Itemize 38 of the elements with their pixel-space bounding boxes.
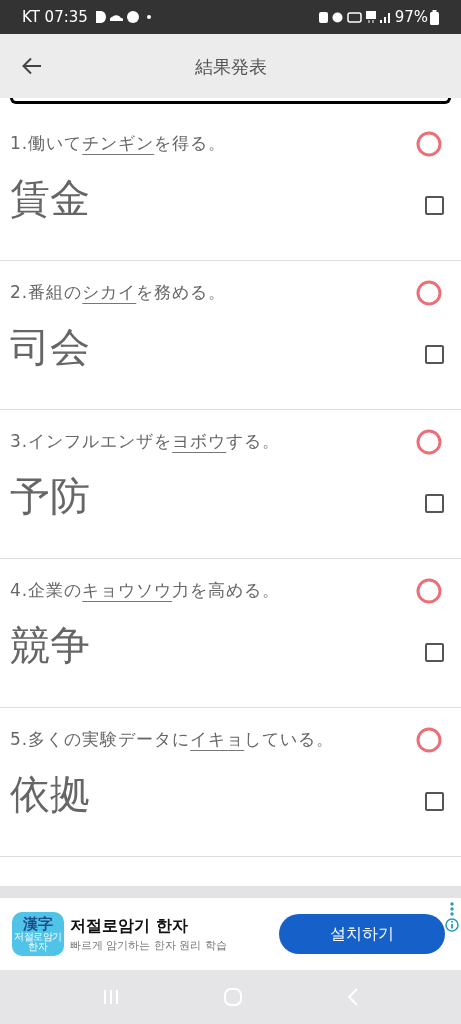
question-text: 5.多くの実験データにイキョ している。 <box>10 728 335 752</box>
alarm-icon <box>331 11 343 23</box>
ad-title: 저절로암기 한자 <box>70 914 189 937</box>
circle-logo-icon <box>126 11 139 23</box>
question-text: 4.企業のキョウソウ 力を高める。 <box>10 579 281 603</box>
question-text: 2.番組の シカイ を務める。 <box>10 281 227 305</box>
icon-label: 저절로암기 <box>14 931 62 942</box>
ad-subtitle: 빠르게 암기하는 한자 원리 학습 <box>70 937 227 954</box>
battery-percent: 97% <box>394 6 428 28</box>
info-icon[interactable] <box>445 918 459 932</box>
question-text: 3.インフルエンザを ヨボウする。 <box>10 430 281 454</box>
install-button[interactable]: 설치하기 <box>279 914 445 954</box>
checkbox[interactable] <box>425 791 444 811</box>
answer-text: 賃金 <box>10 174 90 223</box>
status-time: KT 07:35 <box>22 6 88 28</box>
back-icon[interactable] <box>22 57 42 75</box>
battery-icon <box>430 9 439 25</box>
checkbox[interactable] <box>425 195 444 215</box>
answer-text: 予防 <box>10 472 90 521</box>
checkbox[interactable] <box>425 642 444 662</box>
answer-text: 依拠 <box>10 770 90 819</box>
screen-title: 結果発表 <box>194 54 267 79</box>
answer-text: 競争 <box>10 621 90 670</box>
app-icon[interactable]: 漢字 저절로암기 한자 <box>12 912 64 956</box>
d-icon <box>95 11 106 23</box>
more-icon[interactable] <box>450 902 454 916</box>
network-icon <box>365 11 376 23</box>
cloud-icon <box>109 13 123 21</box>
dot-icon <box>146 15 151 19</box>
signal-icon <box>379 11 391 23</box>
question-text: 1.働いて チンギン を得る。 <box>10 132 227 156</box>
checkbox[interactable] <box>425 493 444 513</box>
icon-label: 한자 <box>28 941 48 952</box>
icon-label: 漢字 <box>23 916 53 932</box>
lock-icon <box>318 11 328 23</box>
checkbox[interactable] <box>425 344 444 364</box>
hd-icon <box>346 11 362 23</box>
answer-text: 司会 <box>10 323 90 372</box>
